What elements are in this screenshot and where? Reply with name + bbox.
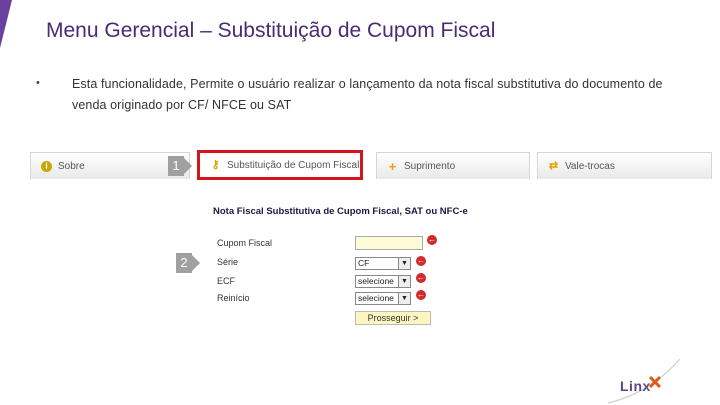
tab-label: Suprimento — [404, 160, 456, 172]
reinicio-value: selecione — [358, 293, 394, 303]
field-label-cupom: Cupom Fiscal — [217, 238, 273, 248]
reinicio-select[interactable]: selecione ▼ — [355, 292, 411, 305]
chevron-down-icon: ▼ — [398, 276, 410, 287]
tab-label: Substituição de Cupom Fiscal — [227, 159, 360, 171]
corner-decoration — [0, 0, 12, 48]
form-title: Nota Fiscal Substitutiva de Cupom Fiscal… — [213, 206, 468, 217]
tab-label: Sobre — [58, 160, 85, 172]
chevron-down-icon: ▼ — [398, 293, 410, 304]
back-arrow-icon[interactable]: ← — [427, 235, 437, 245]
field-label-reinicio: Reinício — [217, 293, 250, 303]
tab-suprimento[interactable]: + Suprimento — [376, 152, 530, 179]
bullet-marker: • — [36, 77, 40, 89]
ecf-value: selecione — [358, 276, 394, 286]
serie-value: CF — [358, 258, 370, 268]
tab-vale-trocas[interactable]: ⇄ Vale-trocas — [537, 152, 712, 179]
chevron-down-icon: ▼ — [398, 258, 410, 269]
back-arrow-icon[interactable]: ← — [416, 290, 426, 300]
back-arrow-icon[interactable]: ← — [416, 256, 426, 266]
step-marker-1: 1 — [168, 156, 192, 176]
plus-icon: + — [388, 158, 397, 174]
tab-label: Vale-trocas — [565, 160, 615, 172]
linx-logo: Linx — [620, 378, 651, 394]
slide-description: Esta funcionalidade, Permite o usuário r… — [72, 77, 663, 112]
cupom-fiscal-input[interactable] — [355, 236, 423, 250]
tab-substituicao[interactable]: ⚷ Substituição de Cupom Fiscal — [197, 150, 363, 180]
step-marker-2: 2 — [176, 253, 200, 273]
info-icon: i — [41, 160, 52, 172]
back-arrow-icon[interactable]: ← — [416, 273, 426, 283]
serie-select[interactable]: CF ▼ — [355, 257, 411, 270]
field-label-ecf: ECF — [217, 276, 235, 286]
field-label-serie: Série — [217, 257, 239, 267]
ecf-select[interactable]: selecione ▼ — [355, 275, 411, 288]
proceed-button[interactable]: Prosseguir > — [355, 311, 431, 325]
slide-title: Menu Gerencial – Substituição de Cupom F… — [46, 19, 496, 42]
key-icon: ⚷ — [211, 158, 220, 171]
exchange-icon: ⇄ — [548, 159, 559, 172]
tab-bar: i Sobre ⚷ Substituição de Cupom Fiscal +… — [30, 150, 712, 180]
tab-sobre[interactable]: i Sobre — [30, 152, 190, 179]
